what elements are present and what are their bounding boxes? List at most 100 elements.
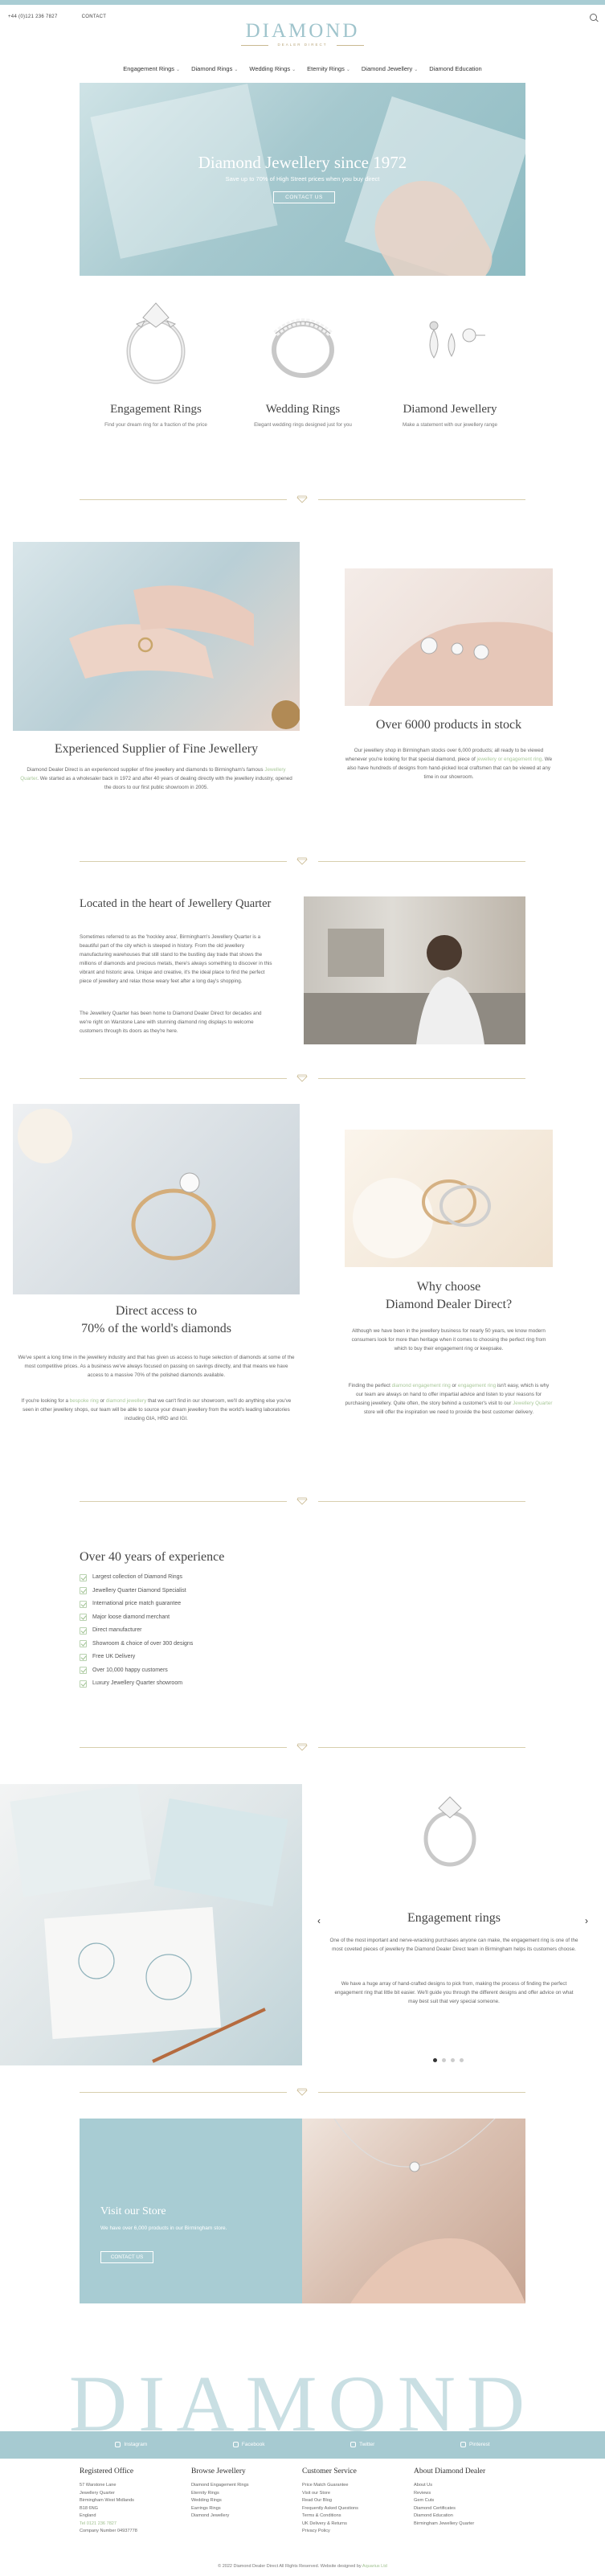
social-label: Instagram: [124, 2442, 148, 2448]
twitter-link[interactable]: Twitter: [350, 2441, 374, 2449]
engagement-ring-link[interactable]: engagement ring: [458, 1383, 496, 1388]
main-nav: Engagement Rings ⌄ Diamond Rings ⌄ Wedding…: [0, 64, 605, 74]
chevron-down-icon: ⌄: [345, 68, 350, 72]
checkbox-icon: [80, 1626, 87, 1635]
divider-line: [318, 1501, 525, 1502]
nav-label: Wedding Rings: [249, 65, 291, 72]
footer-link[interactable]: About Us: [414, 2482, 518, 2490]
text-segment: store will offer the inspiration we need…: [363, 1409, 534, 1416]
category-wedding-rings[interactable]: Wedding Rings Elegant wedding rings desi…: [227, 285, 379, 429]
carousel-next-button[interactable]: ›: [585, 1914, 588, 1928]
why-title-line: Diamond Dealer Direct?: [385, 1297, 513, 1311]
carousel-dot[interactable]: [451, 2058, 455, 2062]
designer-link[interactable]: Aquarius Ltd: [362, 2564, 387, 2569]
list-item: Showroom & choice of over 300 designs: [80, 1638, 321, 1651]
phone-link[interactable]: +44 (0)121 236 7827: [8, 14, 58, 21]
copyright-text: © 2022 Diamond Dealer Direct All Rights …: [218, 2564, 362, 2569]
divider-line: [80, 2092, 287, 2093]
footer-link[interactable]: Wedding Rings: [191, 2497, 296, 2505]
carousel-dot[interactable]: [433, 2058, 437, 2062]
hero-contact-button[interactable]: CONTACT US: [273, 191, 335, 203]
nav-diamond-jewellery[interactable]: Diamond Jewellery ⌄: [362, 64, 418, 74]
visit-text: We have over 6,000 products in our Birmi…: [100, 2225, 227, 2231]
nav-eternity-rings[interactable]: Eternity Rings ⌄: [307, 64, 350, 74]
footer-link[interactable]: Gem Cuts: [414, 2497, 518, 2505]
couple-hands-image: [13, 542, 300, 731]
footer-column-title: About Diamond Dealer: [414, 2467, 486, 2476]
divider-line: [318, 2092, 525, 2093]
checkbox-icon: [80, 1614, 87, 1622]
section-divider: [80, 857, 525, 865]
footer-link[interactable]: Earrings Rings: [191, 2505, 296, 2513]
footer-link[interactable]: Privacy Policy: [302, 2528, 407, 2536]
visit-contact-button[interactable]: CONTACT US: [100, 2251, 153, 2263]
footer-link[interactable]: Terms & Conditions: [302, 2512, 407, 2521]
jewellery-quarter-link[interactable]: Jewellery Quarter: [513, 1401, 552, 1406]
divider-line: [318, 861, 525, 862]
search-icon[interactable]: [590, 13, 597, 21]
facebook-link[interactable]: Facebook: [232, 2441, 264, 2449]
list-item-label: International price match guarantee: [92, 1601, 182, 1606]
wedding-ring-image: [255, 285, 351, 394]
diamond-icon: [296, 1743, 308, 1751]
footer-link[interactable]: Birmingham Jewellery Quarter: [414, 2521, 518, 2529]
carousel-dot[interactable]: [442, 2058, 446, 2062]
social-bar: Instagram Facebook Twitter Pinterest: [0, 2431, 605, 2459]
engagement-ring-photo: [13, 1104, 300, 1294]
chevron-down-icon: ⌄: [414, 68, 419, 72]
footer-link[interactable]: Reviews: [414, 2490, 518, 2498]
direct-title-line: 70% of the world's diamonds: [81, 1321, 231, 1335]
footer-address-line: 57 Warstone Lane: [80, 2483, 117, 2488]
footer-link[interactable]: Diamond Jewellery: [191, 2512, 296, 2521]
footer-link[interactable]: Diamond Engagement Rings: [191, 2482, 296, 2490]
contact-link[interactable]: CONTACT: [82, 14, 107, 21]
instagram-link[interactable]: Instagram: [115, 2441, 147, 2449]
divider-line: [80, 1501, 287, 1502]
footer-column-title: Registered Office: [80, 2467, 134, 2476]
checkbox-icon: [80, 1600, 87, 1608]
category-diamond-jewellery[interactable]: Diamond Jewellery Make a statement with …: [374, 285, 526, 429]
text-segment: Finding the perfect: [348, 1383, 392, 1388]
diamond-engagement-ring-link[interactable]: diamond engagement ring: [392, 1383, 451, 1388]
nav-label: Eternity Rings: [307, 65, 345, 72]
jewellery-link[interactable]: jewellery or engagement ring: [476, 757, 542, 762]
category-engagement-rings[interactable]: Engagement Rings Find your dream ring fo…: [80, 285, 232, 429]
footer-link[interactable]: Diamond Certificates: [414, 2505, 518, 2513]
nav-label: Engagement Rings: [123, 65, 175, 72]
list-item-label: Direct manufacturer: [92, 1627, 142, 1633]
footer-link[interactable]: Visit our Store: [302, 2490, 407, 2498]
checkbox-icon: [80, 1653, 87, 1661]
bespoke-ring-link[interactable]: bespoke ring: [70, 1398, 99, 1404]
located-text-1: Sometimes referred to as the 'hockley ar…: [80, 934, 272, 985]
why-text-1: Although we have been in the jewellery b…: [351, 1328, 546, 1352]
footer-phone-link[interactable]: Tel 0121 236 7827: [80, 2521, 184, 2529]
nav-diamond-rings[interactable]: Diamond Rings ⌄: [191, 64, 238, 74]
footer-link[interactable]: Read Our Blog: [302, 2497, 407, 2505]
footer-address-line: England: [80, 2513, 96, 2519]
footer-column-title: Browse Jewellery: [191, 2467, 246, 2476]
footer-link[interactable]: Diamond Education: [414, 2512, 518, 2521]
nav-label: Diamond Jewellery: [361, 65, 413, 72]
category-text: Elegant wedding rings designed just for …: [254, 421, 352, 428]
carousel-prev-button[interactable]: ‹: [317, 1914, 321, 1928]
facebook-icon: [232, 2441, 239, 2447]
pinterest-link[interactable]: Pinterest: [460, 2441, 490, 2449]
footer-link[interactable]: Price Match Guarantee: [302, 2482, 407, 2490]
footer-link[interactable]: Eternity Rings: [191, 2490, 296, 2498]
carousel-dots: [433, 2058, 464, 2062]
list-item: Over 10,000 happy customers: [80, 1664, 321, 1678]
diamond-jewellery-link[interactable]: diamond jewellery: [106, 1398, 146, 1404]
nav-engagement-rings[interactable]: Engagement Rings ⌄: [123, 64, 180, 74]
nav-wedding-rings[interactable]: Wedding Rings ⌄: [249, 64, 296, 74]
diamond-icon: [296, 1074, 308, 1082]
nav-diamond-education[interactable]: Diamond Education: [429, 64, 481, 74]
text-segment: If you're looking for a: [21, 1398, 70, 1404]
divider-line: [318, 1078, 525, 1079]
footer-link[interactable]: Frequently Asked Questions: [302, 2505, 407, 2513]
carousel-dot[interactable]: [460, 2058, 464, 2062]
list-item: Major loose diamond merchant: [80, 1611, 321, 1625]
category-title: Diamond Jewellery: [403, 403, 497, 416]
carousel-title: Engagement rings: [407, 1911, 501, 1925]
logo[interactable]: DIAMOND DEALER DIRECT: [0, 21, 605, 48]
footer-link[interactable]: UK Delivery & Returns: [302, 2521, 407, 2529]
